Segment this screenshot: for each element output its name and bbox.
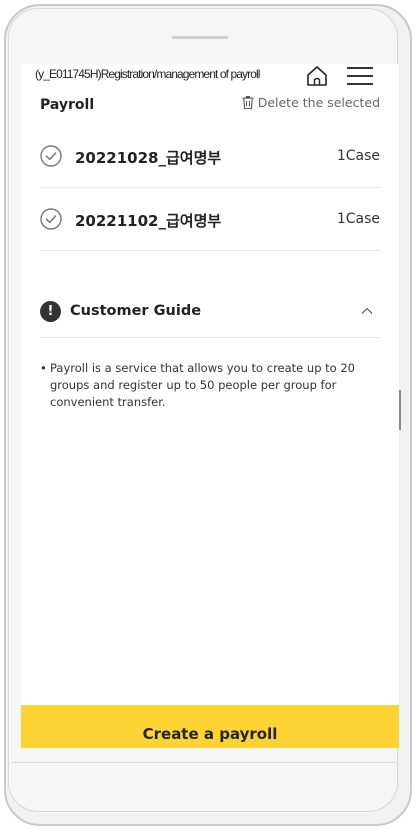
payroll-row[interactable]: 20221102_급여명부 1Case xyxy=(40,189,380,251)
payroll-count: 1Case xyxy=(336,148,380,164)
device-mockup: (y_E011745H)Registration/management of p… xyxy=(0,0,418,830)
customer-guide-toggle[interactable]: ! Customer Guide xyxy=(40,296,380,338)
checkbox-circle-icon[interactable] xyxy=(40,208,62,230)
home-icon xyxy=(307,66,327,86)
menu-line xyxy=(347,83,373,85)
exclamation-icon: ! xyxy=(40,301,61,322)
menu-line xyxy=(347,67,373,69)
screen-id-label: (y_E011745H)Registration/management of p… xyxy=(35,67,260,81)
payroll-name: 20221102_급여명부 xyxy=(75,212,222,230)
app-screen: (y_E011745H)Registration/management of p… xyxy=(21,64,399,748)
trash-icon xyxy=(242,96,254,109)
top-bar: (y_E011745H)Registration/management of p… xyxy=(21,64,399,88)
create-payroll-button[interactable]: Create a payroll xyxy=(21,705,399,748)
phone-speaker xyxy=(172,36,228,39)
phone-bottom-divider xyxy=(12,762,398,763)
payroll-section-title: Payroll xyxy=(40,97,95,113)
payroll-name: 20221028_급여명부 xyxy=(75,149,222,167)
guide-bullet: • xyxy=(40,361,47,375)
customer-guide-title: Customer Guide xyxy=(70,303,202,319)
home-button[interactable] xyxy=(305,64,329,88)
delete-selected-label: Delete the selected xyxy=(257,95,380,110)
chevron-up-icon xyxy=(361,307,373,314)
payroll-row[interactable]: 20221028_급여명부 1Case xyxy=(40,126,380,188)
checkbox-circle-icon[interactable] xyxy=(40,145,62,167)
customer-guide-text: Payroll is a service that allows you to … xyxy=(50,361,355,409)
menu-line xyxy=(347,75,373,77)
customer-guide-body: • Payroll is a service that allows you t… xyxy=(40,360,360,411)
payroll-section-header: Payroll Delete the selected xyxy=(21,92,399,116)
delete-selected-button[interactable]: Delete the selected xyxy=(242,95,380,110)
hamburger-menu-button[interactable] xyxy=(347,65,373,87)
payroll-count: 1Case xyxy=(336,211,380,227)
side-scroll-indicator xyxy=(399,390,401,430)
